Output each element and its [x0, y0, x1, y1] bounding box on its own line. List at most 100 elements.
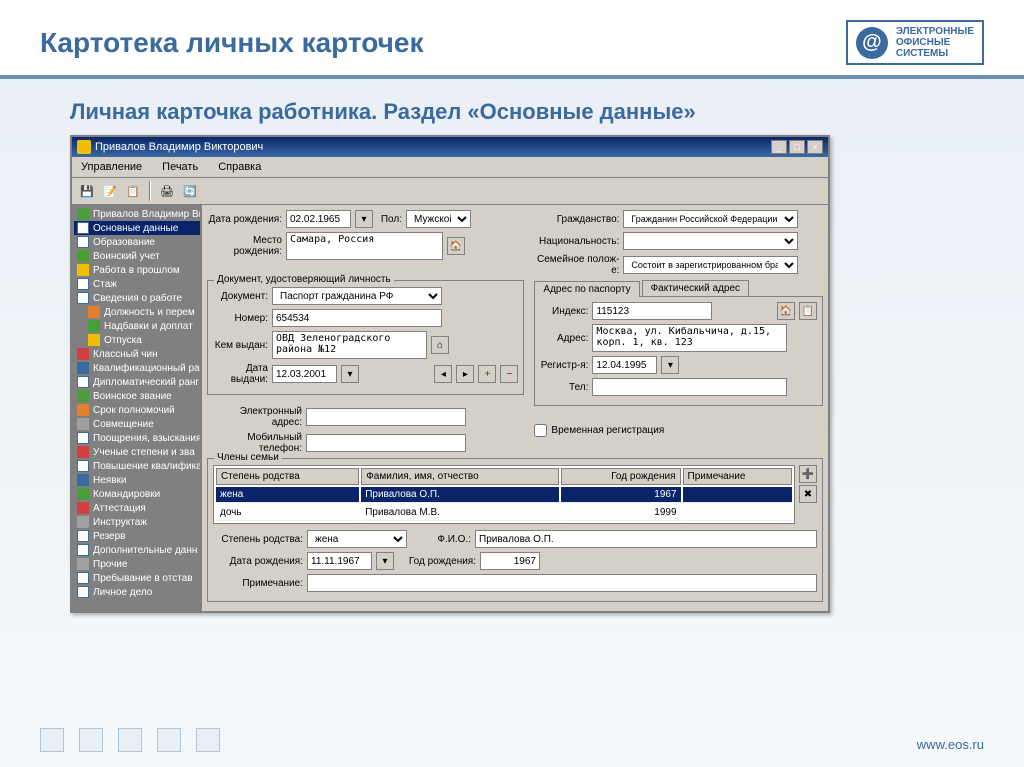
lookup-icon[interactable]: ⌂	[431, 336, 449, 354]
sex-select[interactable]: Мужской	[406, 210, 471, 228]
table-row[interactable]: женаПривалова О.П.1967	[216, 487, 792, 503]
tree-item[interactable]: Отпуска	[74, 333, 200, 347]
table-row[interactable]: дочьПривалова М.В.1999	[216, 505, 792, 521]
tree-item[interactable]: Ученые степени и зва	[74, 445, 200, 459]
remove-icon[interactable]: −	[500, 365, 518, 383]
tree-item[interactable]: Срок полномочий	[74, 403, 200, 417]
copy-icon[interactable]: 📋	[799, 302, 817, 320]
tree-icon	[77, 432, 89, 444]
calendar-icon[interactable]: ▾	[376, 552, 394, 570]
print-icon[interactable]: 🖨	[157, 181, 177, 201]
tree-item[interactable]: Резерв	[74, 529, 200, 543]
col-relation[interactable]: Степень родства	[216, 468, 359, 485]
tree-item[interactable]: Инструктаж	[74, 515, 200, 529]
delete-row-icon[interactable]: ✖	[799, 485, 817, 503]
calendar-icon[interactable]: ▾	[661, 356, 679, 374]
add-icon[interactable]: +	[478, 365, 496, 383]
address-input[interactable]: Москва, ул. Кибальчича, д.15, корп. 1, к…	[592, 324, 787, 352]
rel-degree-select[interactable]: жена	[307, 530, 407, 548]
temp-reg-checkbox[interactable]	[534, 424, 547, 437]
tree-icon	[77, 488, 89, 500]
tree-icon	[77, 418, 89, 430]
close-button[interactable]: ×	[807, 140, 823, 154]
nationality-select[interactable]	[623, 232, 798, 250]
col-name[interactable]: Фамилия, имя, отчество	[361, 468, 558, 485]
tree-icon	[77, 348, 89, 360]
tab-actual-address[interactable]: Фактический адрес	[642, 280, 749, 296]
tree-item[interactable]: Повышение квалифика	[74, 459, 200, 473]
tree-item[interactable]: Сведения о работе	[74, 291, 200, 305]
calendar-icon[interactable]: ▾	[355, 210, 373, 228]
reg-date-input[interactable]	[592, 356, 657, 374]
tree-item[interactable]: Дипломатический ранг	[74, 375, 200, 389]
tree-item[interactable]: Классный чин	[74, 347, 200, 361]
tree-icon	[77, 474, 89, 486]
birth-date-input[interactable]	[286, 210, 351, 228]
tree-item[interactable]: Стаж	[74, 277, 200, 291]
tree-root[interactable]: Привалов Владимир Виктор	[74, 207, 200, 221]
mobile-input[interactable]	[306, 434, 466, 452]
tree-item[interactable]: Надбавки и доплат	[74, 319, 200, 333]
birth-date2-input[interactable]	[307, 552, 372, 570]
fio-input[interactable]	[475, 530, 817, 548]
note-input[interactable]	[307, 574, 817, 592]
menu-manage[interactable]: Управление	[77, 159, 146, 175]
tree-item[interactable]: Поощрения, взыскания	[74, 431, 200, 445]
maximize-button[interactable]: □	[789, 140, 805, 154]
add-row-icon[interactable]: ➕	[799, 465, 817, 483]
tel-input[interactable]	[592, 378, 787, 396]
nationality-label: Национальность:	[534, 236, 619, 247]
tree-item[interactable]: Дополнительные данн	[74, 543, 200, 557]
tree-item[interactable]: Командировки	[74, 487, 200, 501]
footer-icons	[40, 728, 220, 752]
prev-icon[interactable]: ◂	[434, 365, 452, 383]
titlebar: Привалов Владимир Викторович _ □ ×	[72, 137, 828, 157]
doc-type-select[interactable]: Паспорт гражданина РФ	[272, 287, 442, 305]
app-icon	[77, 140, 91, 154]
footer-icon	[40, 728, 64, 752]
tree-item[interactable]: Прочие	[74, 557, 200, 571]
menu-help[interactable]: Справка	[214, 159, 265, 175]
tree-item[interactable]: Аттестация	[74, 501, 200, 515]
sex-label: Пол:	[377, 214, 402, 225]
minimize-button[interactable]: _	[771, 140, 787, 154]
tree-item[interactable]: Должность и перем	[74, 305, 200, 319]
tree-item[interactable]: Воинское звание	[74, 389, 200, 403]
calendar-icon[interactable]: ▾	[341, 365, 359, 383]
tree-item[interactable]: Совмещение	[74, 417, 200, 431]
col-note[interactable]: Примечание	[683, 468, 792, 485]
tree-item[interactable]: Работа в прошлом	[74, 263, 200, 277]
doc-num-input[interactable]	[272, 309, 442, 327]
tree-item[interactable]: Пребывание в отстав	[74, 571, 200, 585]
logo-icon: @	[856, 27, 888, 59]
tree-icon	[88, 320, 100, 332]
refresh-icon[interactable]: 🔄	[180, 181, 200, 201]
col-year[interactable]: Год рождения	[561, 468, 681, 485]
next-icon[interactable]: ▸	[456, 365, 474, 383]
birth-place-input[interactable]: Самара, Россия	[286, 232, 443, 260]
marital-select[interactable]: Состоит в зарегистрированном браке	[623, 256, 798, 274]
edit-icon[interactable]: 📝	[100, 181, 120, 201]
birth-year-input[interactable]	[480, 552, 540, 570]
tree-item[interactable]: Неявки	[74, 473, 200, 487]
tree-item[interactable]: Личное дело	[74, 585, 200, 599]
birth-date-label: Дата рождения:	[207, 214, 282, 225]
tree-item[interactable]: Квалификационный ра	[74, 361, 200, 375]
index-input[interactable]	[592, 302, 712, 320]
tree-item[interactable]: Основные данные	[74, 221, 200, 235]
tree-icon	[77, 278, 89, 290]
tree-icon	[77, 516, 89, 528]
citizenship-select[interactable]: Гражданин Российской Федерации	[623, 210, 798, 228]
tab-passport-address[interactable]: Адрес по паспорту	[534, 281, 639, 297]
doc-issued-input[interactable]: ОВД Зеленоградского района №12	[272, 331, 427, 359]
save-icon[interactable]: 💾	[77, 181, 97, 201]
home-icon[interactable]: 🏠	[447, 237, 465, 255]
email-input[interactable]	[306, 408, 466, 426]
menu-print[interactable]: Печать	[158, 159, 202, 175]
doc-date-input[interactable]	[272, 365, 337, 383]
copy-icon[interactable]: 📋	[123, 181, 143, 201]
home-icon[interactable]: 🏠	[777, 302, 795, 320]
tree-item[interactable]: Воинский учет	[74, 249, 200, 263]
person-icon	[77, 208, 89, 220]
tree-item[interactable]: Образование	[74, 235, 200, 249]
